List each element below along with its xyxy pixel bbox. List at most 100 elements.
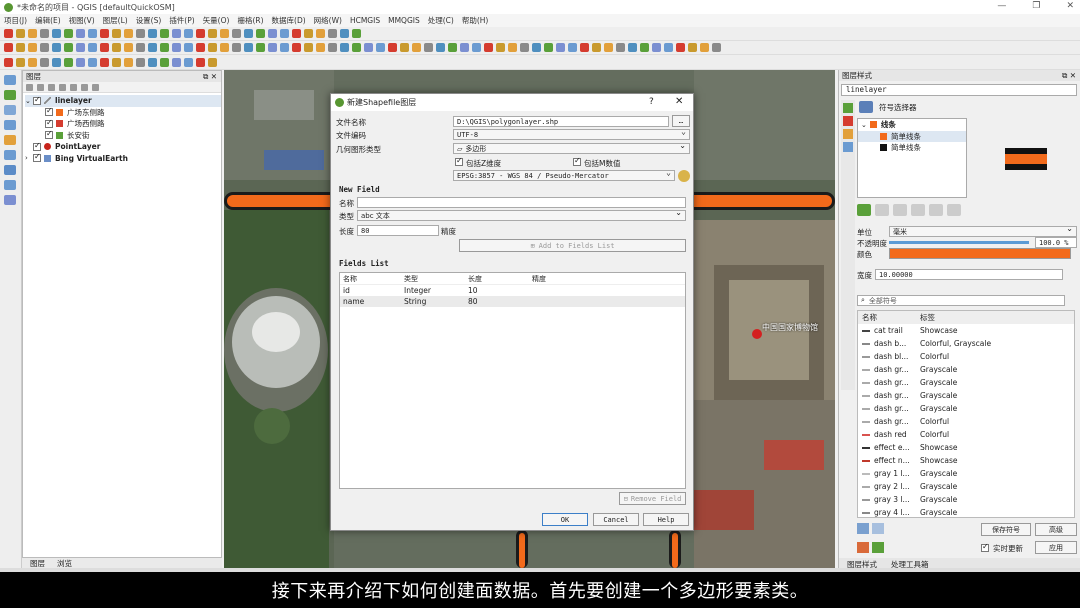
toolbar-tool-icon[interactable] [76,29,85,38]
symbol-list-item[interactable]: effect n... Showcase [858,454,1074,467]
minimize-icon[interactable]: — [997,1,1006,11]
crs-selector-icon[interactable] [678,170,690,182]
collapse-arrow-icon[interactable]: ⌄ [25,97,33,105]
symbol-tree-item[interactable]: 简单线条 [858,142,966,154]
menu-view[interactable]: 视图(V) [69,15,95,26]
toolbar-tool-icon[interactable] [184,43,193,52]
add-wcs-icon[interactable] [4,180,16,190]
toolbar-tool-icon[interactable] [124,57,133,67]
toolbar-tool-icon[interactable] [52,57,61,67]
toolbar-tool-icon[interactable] [112,57,121,67]
layer-class-item[interactable]: 长安街 [25,129,221,142]
symbol-list-item[interactable]: dash gr... Colorful [858,415,1074,428]
toolbar-tool-icon[interactable] [160,43,169,52]
toolbar-tool-icon[interactable] [100,29,109,38]
move-up-icon[interactable] [929,204,943,216]
toolbar-tool-icon[interactable] [136,29,145,38]
menu-hcmgis[interactable]: HCMGIS [350,16,380,25]
toolbar-tool-icon[interactable] [436,43,445,52]
advanced-button[interactable]: 高级 [1035,523,1077,536]
remove-field-button[interactable]: ⊟ Remove Field [619,492,686,505]
toolbar-tool-icon[interactable] [544,43,553,52]
toolbar-tool-icon[interactable] [364,43,373,52]
toolbar-tool-icon[interactable] [532,43,541,52]
menu-raster[interactable]: 栅格(R) [237,15,263,26]
encoding-combo[interactable]: UTF-8 [453,127,690,140]
symbol-list-item[interactable]: dash gr... Grayscale [858,376,1074,389]
toolbar-tool-icon[interactable] [172,57,181,67]
toolbar-tool-icon[interactable] [268,43,277,52]
toolbar-tool-icon[interactable] [40,29,49,38]
toolbar-tool-icon[interactable] [616,43,625,52]
toolbar-tool-icon[interactable] [172,43,181,52]
toolbar-tool-icon[interactable] [256,43,265,52]
float-close-icon[interactable]: ⧉ ✕ [1062,71,1076,81]
toolbar-tool-icon[interactable] [376,43,385,52]
close-icon[interactable]: ✕ [1066,1,1074,11]
filter-icon[interactable] [59,83,66,91]
add-raster-icon[interactable] [4,90,16,100]
duplicate-icon[interactable] [911,204,925,216]
move-down-icon[interactable] [947,204,961,216]
list-view-icon[interactable] [872,523,884,534]
toolbar-tool-icon[interactable] [388,43,397,52]
add-group-icon[interactable] [37,83,44,91]
toolbar-tool-icon[interactable] [640,43,649,52]
toolbar-tool-icon[interactable] [100,57,109,67]
toolbar-tool-icon[interactable] [256,29,265,38]
toolbar-tool-icon[interactable] [712,43,721,52]
toolbar-tool-icon[interactable] [160,29,169,38]
toolbar-tool-icon[interactable] [64,43,73,52]
back-icon[interactable] [859,101,873,113]
geometry-type-combo[interactable]: ▱ 多边形 [453,141,690,154]
toolbar-tool-icon[interactable] [400,43,409,52]
toolbar-tool-icon[interactable] [628,43,637,52]
toolbar-tool-icon[interactable] [292,43,301,52]
toolbar-tool-icon[interactable] [220,29,229,38]
toolbar-tool-icon[interactable] [448,43,457,52]
toolbar-tool-icon[interactable] [280,43,289,52]
cancel-button[interactable]: Cancel [593,513,639,526]
toolbar-tool-icon[interactable] [652,43,661,52]
toolbar-tool-icon[interactable] [556,43,565,52]
labels-icon[interactable] [843,116,853,126]
toolbar-tool-icon[interactable] [28,29,37,38]
toolbar-tool-icon[interactable] [16,29,25,38]
symbol-list-item[interactable]: dash gr... Grayscale [858,402,1074,415]
file-name-input[interactable]: D:\QGIS\polygonlayer.shp [453,116,669,127]
toolbar-tool-icon[interactable] [280,29,289,38]
layer-item-pointlayer[interactable]: PointLayer [25,141,221,153]
toolbar-tool-icon[interactable] [172,29,181,38]
menu-processing[interactable]: 处理(C) [428,15,454,26]
toolbar-tool-icon[interactable] [580,43,589,52]
symbol-list-item[interactable]: dash b... Colorful, Grayscale [858,337,1074,350]
symbol-list-item[interactable]: gray 2 l... Grayscale [858,480,1074,493]
symbol-search-input[interactable]: ⌕ 全部符号 [857,295,1065,306]
toolbar-tool-icon[interactable] [460,43,469,52]
toolbar-tool-icon[interactable] [124,43,133,52]
remove-layer-icon[interactable] [92,83,99,91]
toolbar-tool-icon[interactable] [112,29,121,38]
toolbar-tool-icon[interactable] [4,57,13,67]
symbol-list-item[interactable]: dash red Colorful [858,428,1074,441]
toolbar-tool-icon[interactable] [52,43,61,52]
toolbar-tool-icon[interactable] [328,43,337,52]
visibility-checkbox[interactable] [45,118,53,128]
undo-icon[interactable] [857,542,869,553]
toolbar-tool-icon[interactable] [148,29,157,38]
visibility-checkbox[interactable] [45,106,53,117]
redo-icon[interactable] [872,542,884,553]
toolbar-tool-icon[interactable] [496,43,505,52]
icon-view-icon[interactable] [857,523,869,534]
lock-icon[interactable] [893,204,907,216]
field-type-combo[interactable]: abc 文本 [357,208,686,221]
toolbar-tool-icon[interactable] [664,43,673,52]
expand-icon[interactable] [70,83,77,91]
eye-icon[interactable] [48,83,55,91]
include-m-checkbox[interactable] [573,156,581,166]
symbol-list-item[interactable]: cat trail Showcase [858,324,1074,337]
color-button[interactable] [889,248,1071,259]
toolbar-tool-icon[interactable] [328,29,337,38]
toolbar-tool-icon[interactable] [112,43,121,52]
field-name-input[interactable] [357,197,686,208]
